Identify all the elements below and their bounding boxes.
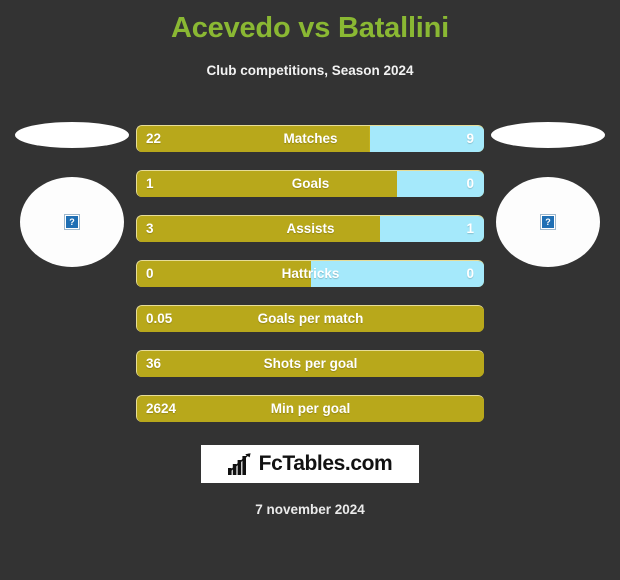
stat-label: Assists <box>286 221 335 236</box>
stat-row: Min per goal 2624 <box>136 395 484 422</box>
stat-bar-list: Matches 22 9 Goals 1 0 Assists 3 1 Hattricks 0 0 Goa… <box>136 125 484 440</box>
page-title: Acevedo vs Batallini <box>170 12 450 44</box>
stat-value-away: 0 <box>466 176 474 191</box>
page-subtitle: Club competitions, Season 2024 <box>206 63 414 78</box>
broken-image-glyph: ? <box>66 216 78 228</box>
bar-chart-growth-icon <box>227 453 252 475</box>
stat-value-away: 0 <box>466 266 474 281</box>
site-logo[interactable]: FcTables.com <box>201 445 419 483</box>
stat-value-home: 0.05 <box>146 311 173 326</box>
stat-value-home: 22 <box>146 131 162 146</box>
stat-row: Shots per goal 36 <box>136 350 484 377</box>
player-comparison-infographic: Acevedo vs Batallini Club competitions, … <box>0 0 620 580</box>
stat-label: Goals <box>291 176 330 191</box>
site-logo-text: FcTables.com <box>258 452 393 475</box>
player-name-plate-away <box>491 122 605 148</box>
stat-value-away: 9 <box>466 131 474 146</box>
stat-value-home: 36 <box>146 356 162 371</box>
player-photo-home: ? <box>20 177 124 267</box>
stat-label: Shots per goal <box>263 356 358 371</box>
broken-image-icon: ? <box>64 214 80 230</box>
stat-row: Assists 3 1 <box>136 215 484 242</box>
footer-date: 7 november 2024 <box>255 502 365 517</box>
broken-image-icon: ? <box>540 214 556 230</box>
broken-image-glyph: ? <box>542 216 554 228</box>
stat-value-home: 2624 <box>146 401 177 416</box>
player-card-home: ? <box>12 122 132 272</box>
stat-row: Hattricks 0 0 <box>136 260 484 287</box>
stat-label: Matches <box>283 131 338 146</box>
player-card-away: ? <box>488 122 608 272</box>
player-photo-away: ? <box>496 177 600 267</box>
stat-value-home: 3 <box>146 221 154 236</box>
stat-label: Hattricks <box>281 266 340 281</box>
stat-row: Matches 22 9 <box>136 125 484 152</box>
stat-label: Goals per match <box>257 311 364 326</box>
player-name-plate-home <box>15 122 129 148</box>
stat-label: Min per goal <box>270 401 351 416</box>
stat-row: Goals 1 0 <box>136 170 484 197</box>
stat-value-away: 1 <box>466 221 474 236</box>
stat-value-home: 1 <box>146 176 154 191</box>
stat-row: Goals per match 0.05 <box>136 305 484 332</box>
stat-value-home: 0 <box>146 266 154 281</box>
